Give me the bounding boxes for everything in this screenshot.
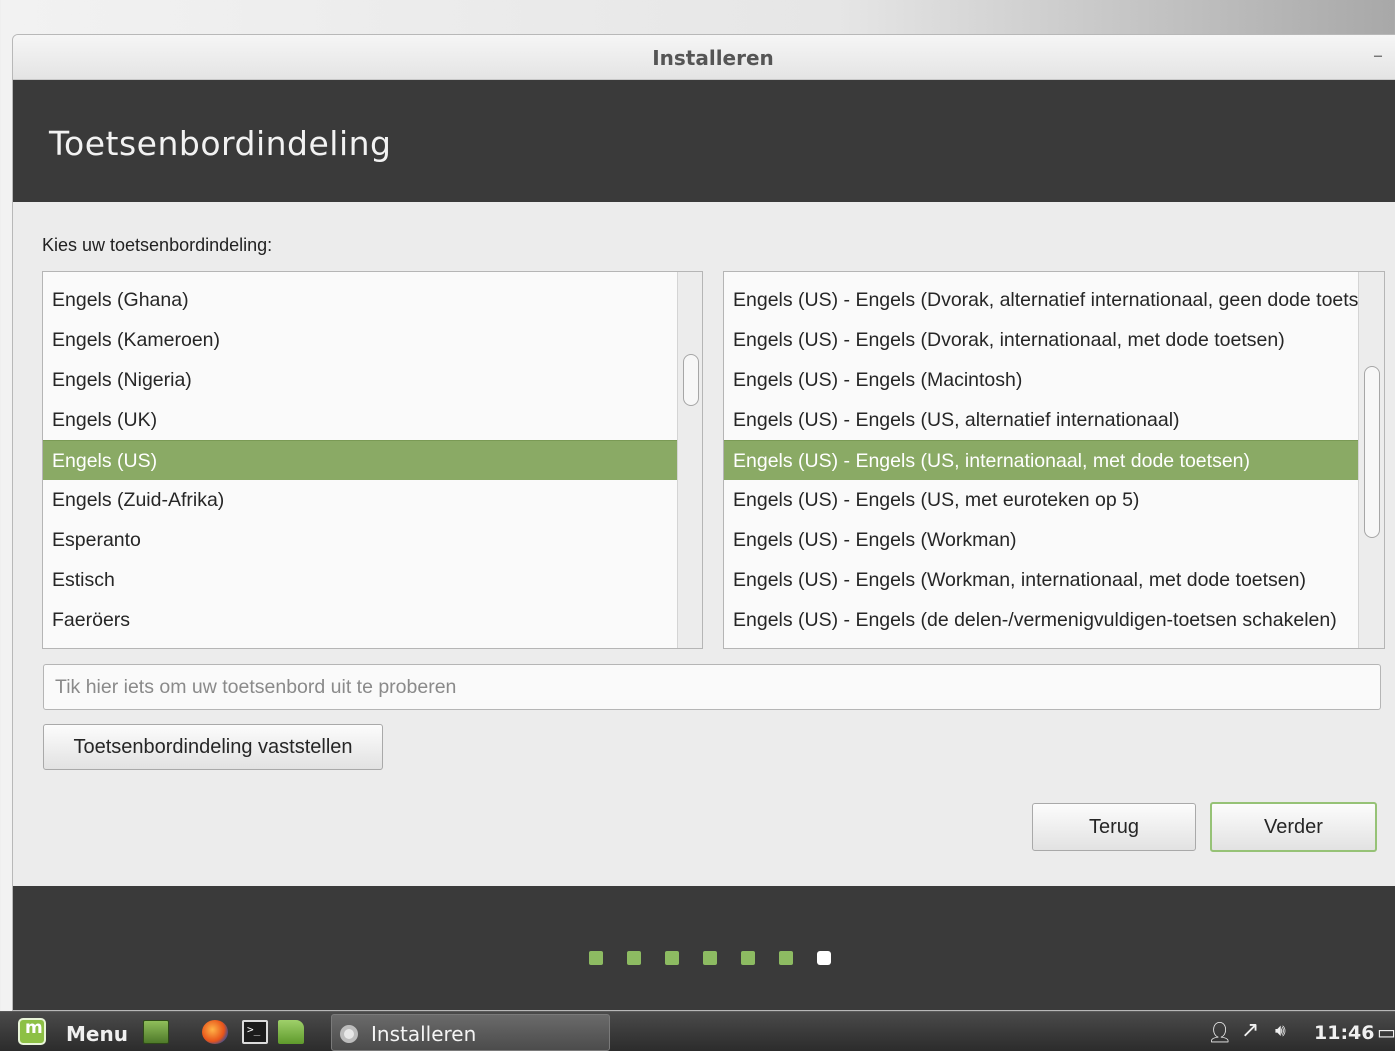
variant-list-item[interactable]: Engels (US) - Engels (de delen-/vermenig… <box>724 600 1358 640</box>
variant-list-scrollbar[interactable] <box>1358 272 1384 648</box>
content-area: Kies uw toetsenbordindeling: Engels (Gha… <box>13 202 1395 886</box>
layout-list-item[interactable]: Estisch <box>43 560 677 600</box>
installer-disc-icon <box>340 1025 358 1043</box>
progress-step <box>741 951 755 965</box>
layout-list-item[interactable]: Esperanto <box>43 520 677 560</box>
clock[interactable]: 11:46 <box>1314 1022 1374 1044</box>
back-button[interactable]: Terug <box>1032 803 1196 851</box>
variant-list-item[interactable]: Engels (US) - Engels (US, alternatief in… <box>724 400 1358 440</box>
layout-list-item[interactable]: Engels (Ghana) <box>43 280 677 320</box>
keyboard-test-input[interactable] <box>43 664 1381 710</box>
layout-prompt: Kies uw toetsenbordindeling: <box>42 235 273 255</box>
variant-list-item[interactable]: Engels (US) - Engels (Macintosh) <box>724 360 1358 400</box>
variant-list-item[interactable]: Engels (US) - Engels (Workman, internati… <box>724 560 1358 600</box>
layout-list-scroll-thumb[interactable] <box>683 354 699 406</box>
variant-list-scroll-thumb[interactable] <box>1364 366 1380 538</box>
progress-step <box>665 951 679 965</box>
show-desktop-icon[interactable] <box>143 1020 169 1044</box>
menu-button-label[interactable]: Menu <box>66 1022 128 1046</box>
detect-layout-button[interactable]: Toetsenbordindeling vaststellen <box>43 724 383 770</box>
user-icon[interactable]: 👤︎ <box>1207 1020 1232 1044</box>
progress-step <box>779 951 793 965</box>
layout-list-scrollbar[interactable] <box>677 272 702 648</box>
progress-step <box>703 951 717 965</box>
volume-icon[interactable]: 🔊︎ <box>1275 1021 1286 1041</box>
progress-step-current <box>817 951 831 965</box>
variant-list-item[interactable]: Engels (US) - Engels (Dvorak, internatio… <box>724 320 1358 360</box>
layout-list-item[interactable]: Engels (US) <box>43 440 677 480</box>
files-icon[interactable] <box>278 1020 304 1044</box>
variant-list-item[interactable]: Engels (US) - Engels (US, met euroteken … <box>724 480 1358 520</box>
layout-list-item[interactable]: Engels (Zuid-Afrika) <box>43 480 677 520</box>
network-icon[interactable]: ↗ <box>1241 1018 1259 1043</box>
variant-list-item[interactable]: Engels (US) - Engels (US, internationaal… <box>724 440 1358 480</box>
title-bar[interactable]: Installeren – <box>13 35 1395 80</box>
firefox-icon[interactable] <box>202 1020 228 1044</box>
window-title: Installeren <box>652 46 774 70</box>
minimize-button[interactable]: – <box>1373 43 1383 67</box>
terminal-icon[interactable] <box>242 1020 268 1044</box>
page-header: Toetsenbordindeling <box>13 80 1395 202</box>
variant-list-item[interactable]: Engels (US) - Engels (Workman) <box>724 520 1358 560</box>
layout-list-item[interactable]: Faeröers <box>43 600 677 640</box>
next-button[interactable]: Verder <box>1210 802 1377 852</box>
layout-list-item[interactable]: Engels (Nigeria) <box>43 360 677 400</box>
progress-step <box>589 951 603 965</box>
variant-list[interactable]: Engels (US) - Engels (Dvorak, alternatie… <box>723 271 1385 649</box>
taskbar-window-installeren[interactable]: Installeren <box>331 1014 610 1051</box>
variant-list-item[interactable]: Engels (US) - Engels (Dvorak, alternatie… <box>724 280 1358 320</box>
layout-list-item[interactable]: Engels (Kameroen) <box>43 320 677 360</box>
installer-window: Installeren – Toetsenbordindeling Kies u… <box>12 34 1395 1011</box>
page-title: Toetsenbordindeling <box>49 124 392 163</box>
display-icon[interactable]: ▭ <box>1377 1020 1395 1044</box>
progress-step <box>627 951 641 965</box>
progress-footer <box>13 886 1395 1010</box>
taskbar: Menu Installeren 👤︎ ↗ 🔊︎ 11:46 ▭ <box>0 1011 1395 1051</box>
layout-list-item[interactable]: Engels (UK) <box>43 400 677 440</box>
mint-menu-icon[interactable] <box>18 1018 46 1045</box>
taskbar-window-label: Installeren <box>371 1022 477 1046</box>
layout-list[interactable]: Engels (Ghana) Engels (Kameroen) Engels (N… <box>42 271 703 649</box>
